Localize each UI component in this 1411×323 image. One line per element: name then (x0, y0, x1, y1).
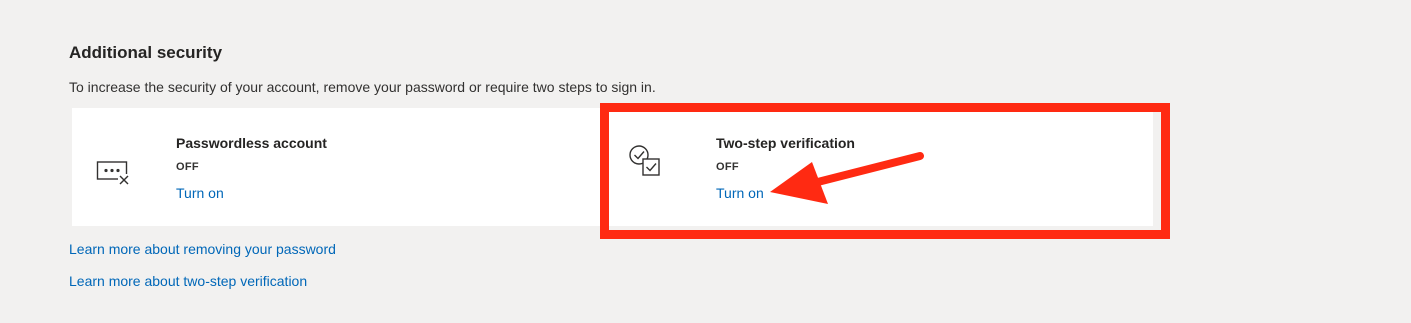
passwordless-account-card: Passwordless account OFF Turn on (72, 108, 600, 226)
two-step-verification-card: Two-step verification OFF Turn on (601, 108, 1153, 226)
learn-more-passwordless-link[interactable]: Learn more about removing your password (69, 240, 336, 258)
two-step-turn-on-link[interactable]: Turn on (716, 184, 764, 202)
two-step-title: Two-step verification (716, 135, 855, 151)
two-step-check-icon (629, 145, 660, 176)
two-step-status: OFF (716, 161, 739, 173)
passwordless-status: OFF (176, 161, 199, 173)
section-description: To increase the security of your account… (69, 79, 656, 95)
password-dots-x-icon (96, 161, 130, 185)
passwordless-title: Passwordless account (176, 135, 327, 151)
section-title: Additional security (69, 43, 223, 62)
learn-more-two-step-link[interactable]: Learn more about two-step verification (69, 272, 307, 290)
passwordless-turn-on-link[interactable]: Turn on (176, 184, 224, 202)
